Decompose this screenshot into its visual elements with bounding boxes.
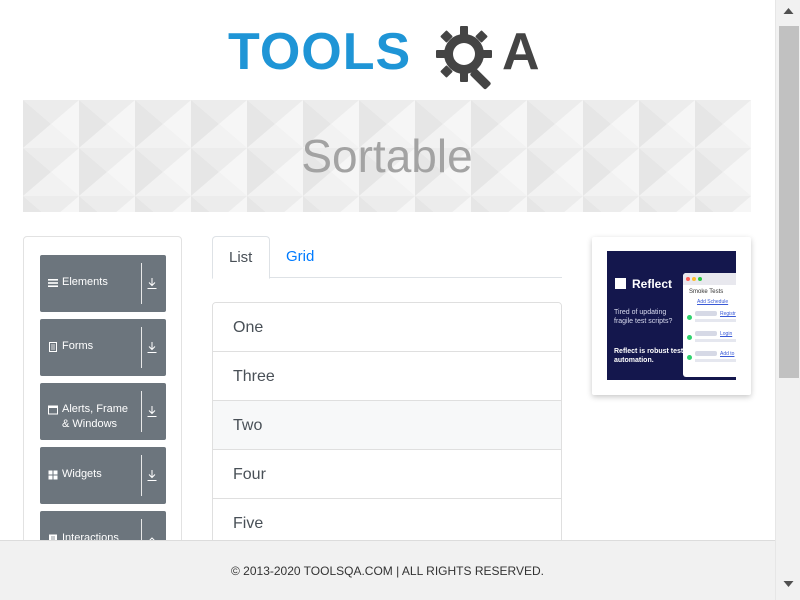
row-line <box>695 359 736 362</box>
footer-copyright: © 2013-2020 TOOLSQA.COM | ALL RIGHTS RES… <box>231 563 544 578</box>
sidebar-group-label: Widgets <box>62 468 102 480</box>
ad-banner[interactable]: Reflect Tired of updating fragile test s… <box>607 251 736 380</box>
sidebar-group-elements[interactable]: Elements <box>40 255 166 312</box>
hamburger-icon <box>48 279 58 287</box>
download-arrow-icon <box>147 406 157 417</box>
list-item[interactable]: Two <box>213 401 561 450</box>
ad-screenshot-title: Smoke Tests <box>689 289 724 295</box>
status-dot <box>687 315 692 320</box>
sidebar: Elements Forms Alerts, Frame & Windows W… <box>23 236 182 556</box>
page-title: Sortable <box>301 130 473 182</box>
sidebar-group-label: Alerts, Frame & Windows <box>62 403 129 430</box>
logo-text-a: A <box>502 23 540 81</box>
browser-bar <box>683 273 736 285</box>
download-arrow-icon <box>147 278 157 289</box>
page-banner: Sortable <box>23 100 751 212</box>
page: TOOLS A Sortable Elements Forms Alerts, … <box>0 0 800 600</box>
ad-brand-name: Reflect <box>632 277 673 291</box>
status-dot <box>687 335 692 340</box>
grid-icon <box>48 470 58 480</box>
status-dot <box>687 355 692 360</box>
sidebar-group-alerts-frame-windows[interactable]: Alerts, Frame & Windows <box>40 383 166 440</box>
scroll-up-arrow-icon[interactable] <box>783 7 794 15</box>
ad-screenshot: Smoke Tests Add Schedule Registr Login A… <box>683 273 736 377</box>
ad-brand: Reflect <box>615 277 672 291</box>
vertical-scrollbar[interactable] <box>775 0 800 600</box>
ad-row-link: Add to <box>720 351 735 357</box>
divider <box>141 391 142 432</box>
ad-row-link: Login <box>720 331 733 337</box>
sidebar-group-label: Forms <box>62 340 94 352</box>
scrollbar-thumb[interactable] <box>779 26 799 378</box>
reflect-logo-icon <box>615 278 626 289</box>
tab-list[interactable]: List <box>212 236 270 279</box>
document-icon <box>49 342 57 352</box>
tab-grid[interactable]: Grid <box>270 236 330 278</box>
ad-tagline: Tired of updating fragile test scripts? <box>614 309 673 325</box>
status-pill <box>695 351 717 356</box>
row-line <box>695 339 736 342</box>
list-item[interactable]: One <box>213 303 561 352</box>
ad-screenshot-link: Add Schedule <box>697 299 729 305</box>
footer: © 2013-2020 TOOLSQA.COM | ALL RIGHTS RES… <box>0 540 775 600</box>
divider <box>141 263 142 304</box>
logo-text-tools: TOOLS <box>228 23 412 81</box>
window-dot <box>698 277 702 281</box>
divider <box>141 455 142 496</box>
row-line <box>695 319 736 322</box>
ad-row-link: Registr <box>720 311 736 317</box>
download-arrow-icon <box>147 470 157 481</box>
sidebar-group-forms[interactable]: Forms <box>40 319 166 376</box>
divider <box>141 327 142 368</box>
download-arrow-icon <box>147 342 157 353</box>
window-dot <box>686 277 690 281</box>
sortable-list: One Three Two Four Five <box>212 302 562 552</box>
list-item[interactable]: Four <box>213 450 561 499</box>
scroll-down-arrow-icon[interactable] <box>783 580 794 588</box>
reflect-ad[interactable]: Reflect Tired of updating fragile test s… <box>592 237 751 395</box>
toolsqa-logo[interactable]: TOOLS A <box>228 18 552 90</box>
sidebar-group-label: Elements <box>62 276 108 288</box>
gear-magnifier-icon <box>436 26 492 90</box>
window-icon <box>48 405 58 415</box>
sidebar-group-widgets[interactable]: Widgets <box>40 447 166 504</box>
sortable-tabs: List Grid <box>212 236 562 279</box>
status-pill <box>695 331 717 336</box>
list-item[interactable]: Three <box>213 352 561 401</box>
window-dot <box>692 277 696 281</box>
status-pill <box>695 311 717 316</box>
ad-tagline-strong: Reflect is robust test automation. <box>614 348 684 364</box>
